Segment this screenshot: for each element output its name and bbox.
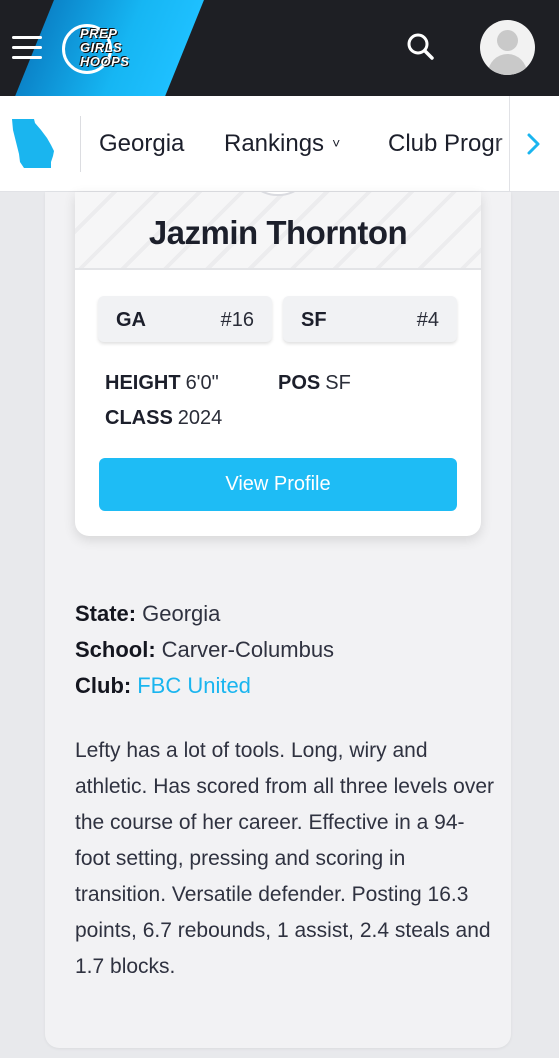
- subnav-item-club-programs[interactable]: Club Progr: [388, 130, 503, 158]
- state-subnav: Georgia Rankings ˅ Club Progr: [0, 96, 559, 192]
- class-label: CLASS: [105, 407, 173, 429]
- position-rank-value: #4: [416, 309, 439, 331]
- position-label: POS: [278, 372, 321, 394]
- subnav-item-rankings[interactable]: Rankings ˅: [224, 130, 340, 158]
- logo-word-1: PREP: [80, 26, 118, 41]
- chevron-down-icon: ˅: [332, 134, 341, 151]
- height-label: HEIGHT: [105, 372, 181, 394]
- state-info-label: State:: [75, 601, 137, 626]
- state-rank-badge: GA #16: [98, 296, 272, 342]
- user-avatar-icon[interactable]: [480, 20, 535, 75]
- state-info-value: Georgia: [142, 601, 221, 626]
- subnav-divider: [80, 116, 81, 172]
- school-info-value: Carver-Columbus: [161, 637, 335, 662]
- class-stat: CLASS 2024: [105, 407, 222, 430]
- club-link[interactable]: FBC United: [137, 673, 251, 698]
- player-name: Jazmin Thornton: [148, 214, 408, 251]
- top-header: PREP GIRLS HOOPS: [0, 0, 559, 96]
- position-value: SF: [325, 372, 351, 394]
- player-card: Jazmin Thornton GA #16 SF #4 HEIGHT 6'0" …: [75, 192, 481, 536]
- height-value: 6'0": [185, 372, 219, 394]
- logo-word-2: GIRLS: [80, 40, 123, 55]
- georgia-state-icon: [12, 119, 54, 168]
- player-bio: Lefty has a lot of tools. Long, wiry and…: [75, 739, 495, 978]
- subnav-item-rankings-label: Rankings: [224, 130, 325, 157]
- position-stat: POS SF: [278, 372, 351, 395]
- state-rank-label: GA: [116, 309, 146, 331]
- school-info: School: Carver-Columbus: [75, 637, 334, 663]
- view-profile-button[interactable]: View Profile: [99, 458, 457, 511]
- chevron-right-icon: [527, 133, 540, 155]
- logo-word-3: HOOPS: [80, 54, 130, 69]
- position-rank-label: SF: [301, 309, 327, 331]
- club-info-label: Club:: [75, 673, 132, 698]
- subnav-scroll-right-button[interactable]: [509, 96, 559, 191]
- state-rank-value: #16: [220, 309, 254, 331]
- class-value: 2024: [177, 407, 223, 429]
- hamburger-icon[interactable]: [12, 36, 42, 60]
- position-rank-badge: SF #4: [283, 296, 457, 342]
- subnav-item-georgia[interactable]: Georgia: [99, 130, 184, 158]
- school-info-label: School:: [75, 637, 156, 662]
- height-stat: HEIGHT 6'0": [105, 372, 219, 395]
- state-info: State: Georgia: [75, 601, 220, 627]
- search-icon[interactable]: [404, 30, 438, 64]
- site-logo[interactable]: PREP GIRLS HOOPS: [62, 24, 154, 74]
- club-info: Club: FBC United: [75, 673, 251, 699]
